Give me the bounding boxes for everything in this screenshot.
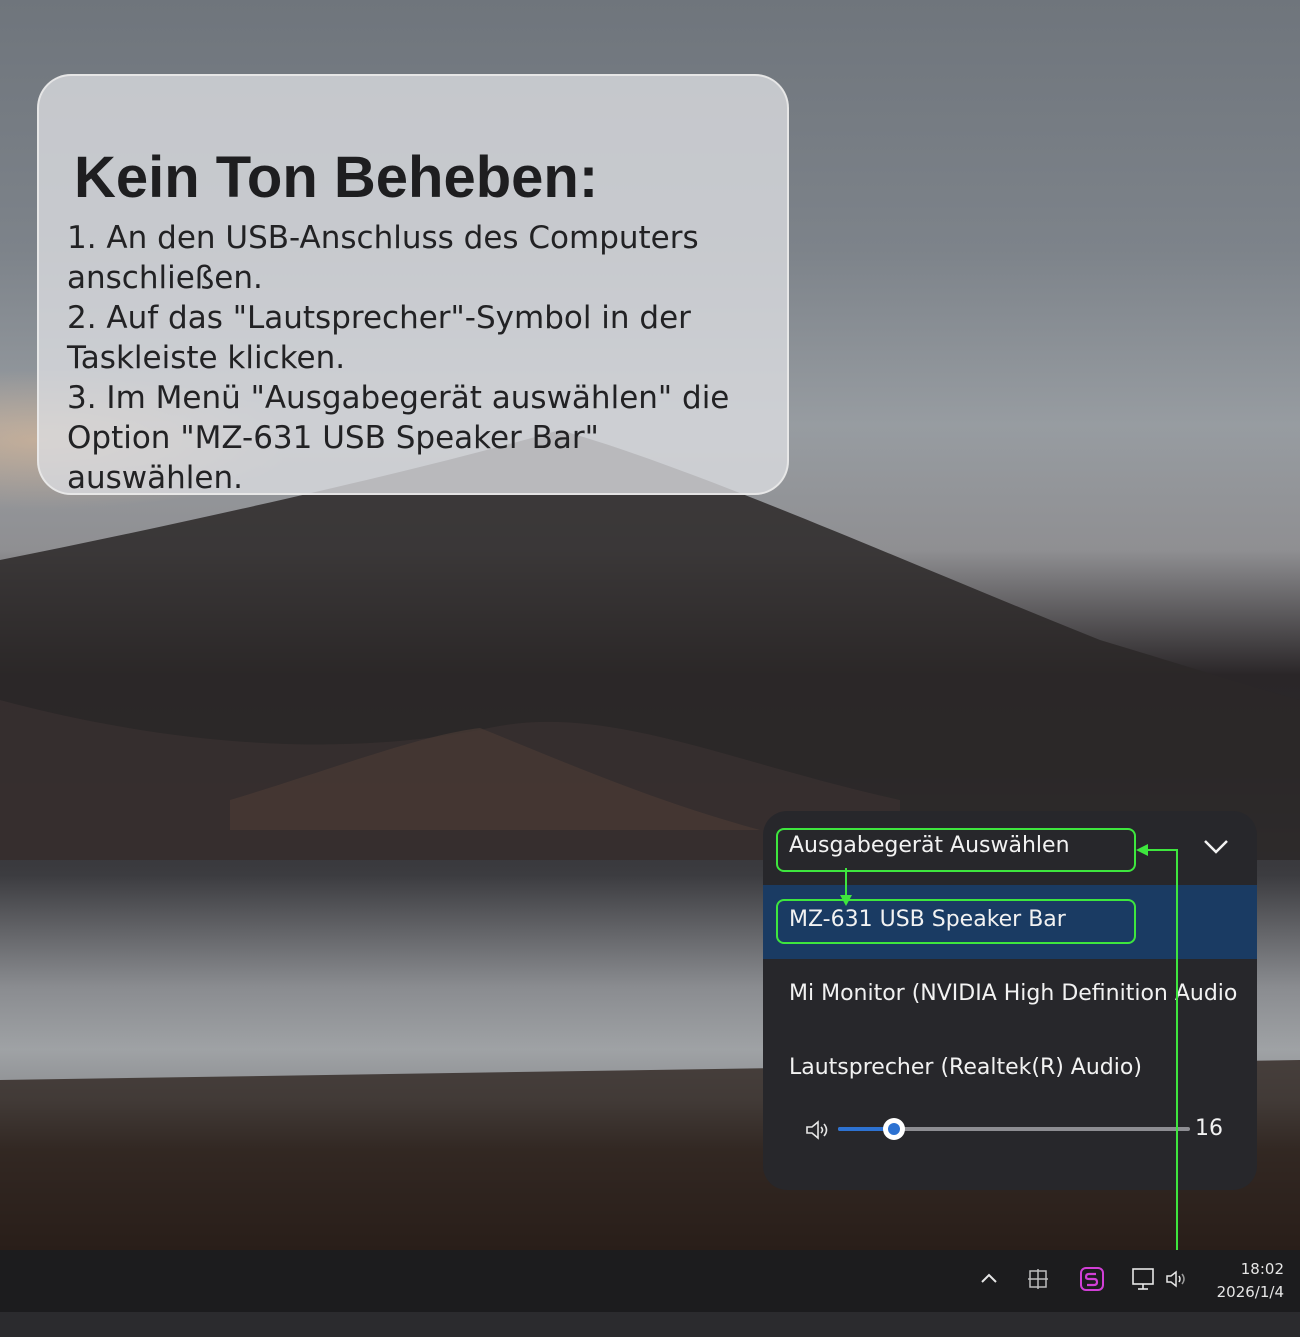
app-s-icon[interactable] xyxy=(1079,1266,1105,1292)
clock-date: 2026/1/4 xyxy=(1216,1283,1284,1301)
instruction-step: 2. Auf das "Lautsprecher"-Symbol in der … xyxy=(67,300,691,376)
instruction-step: 1. An den USB-Anschluss des Computers an… xyxy=(67,220,699,296)
instruction-title: Kein Ton Beheben: xyxy=(74,145,599,210)
instruction-step: 3. Im Menü "Ausgabegerät auswählen" die … xyxy=(67,380,730,496)
input-method-icon[interactable] xyxy=(1027,1268,1049,1290)
taskbar xyxy=(0,1250,1300,1312)
annotation-arrows xyxy=(840,844,1178,1256)
volume-value: 16 xyxy=(1195,1116,1223,1141)
network-monitor-icon[interactable] xyxy=(1131,1266,1159,1292)
clock-time: 18:02 xyxy=(1240,1260,1284,1278)
screen-bottom-strip xyxy=(0,1312,1300,1337)
speaker-icon[interactable] xyxy=(805,1119,831,1141)
chevron-down-icon[interactable] xyxy=(1203,839,1229,855)
instruction-card: Kein Ton Beheben: 1. An den USB-Anschlus… xyxy=(37,74,789,498)
instruction-steps: 1. An den USB-Anschluss des Computers an… xyxy=(67,218,782,498)
speaker-icon[interactable] xyxy=(1165,1268,1191,1290)
chevron-up-icon[interactable] xyxy=(980,1271,998,1285)
taskbar-clock[interactable]: 18:02 2026/1/4 xyxy=(1212,1258,1284,1304)
